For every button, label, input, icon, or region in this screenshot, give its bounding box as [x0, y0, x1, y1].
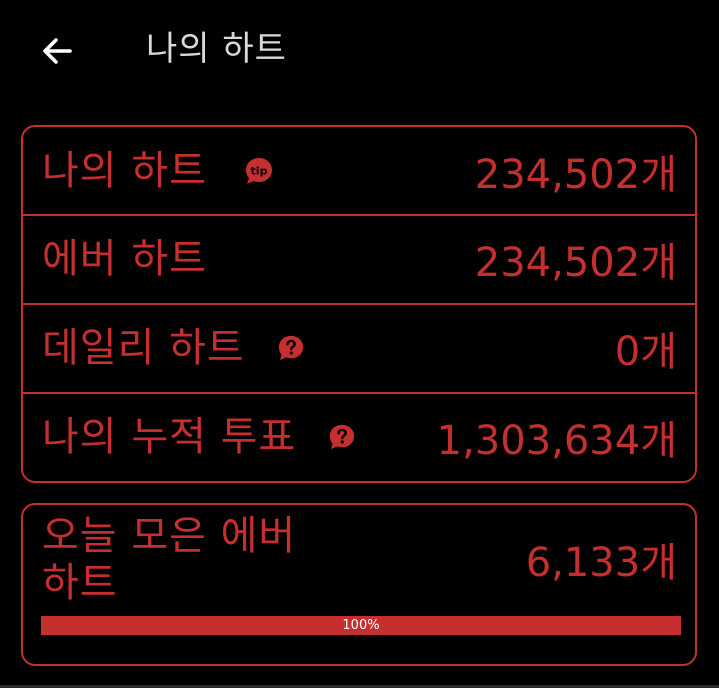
- stat-value: 234,502개: [474, 152, 677, 198]
- today-label: 오늘 모은 에버 하트: [42, 513, 297, 606]
- stat-value: 234,502개: [474, 240, 677, 286]
- stat-label: 나의 하트: [42, 148, 207, 194]
- stat-label: 나의 누적 투표: [42, 414, 297, 460]
- tip-button[interactable]: tip: [243, 155, 275, 187]
- tip-bubble-icon: tip: [245, 158, 272, 184]
- progress-text: 100%: [342, 618, 380, 633]
- total-votes-help-button[interactable]: [326, 421, 358, 453]
- tip-icon-text: tip: [250, 165, 267, 178]
- question-bubble-icon: [278, 335, 303, 361]
- stat-row-ever-hearts: 에버 하트 234,502개: [23, 214, 695, 302]
- page-title: 나의 하트: [146, 29, 287, 69]
- stat-label: 데일리 하트: [42, 325, 245, 371]
- stat-value: 0개: [614, 329, 677, 375]
- daily-hearts-help-button[interactable]: [275, 332, 307, 364]
- app-bar: 나의 하트: [0, 0, 719, 100]
- arrow-left-icon: [43, 38, 72, 64]
- today-ever-hearts-card: 오늘 모은 에버 하트 6,133개 100%: [21, 503, 697, 666]
- stat-row-total-votes: 나의 누적 투표 1,303,634개: [23, 392, 695, 480]
- question-bubble-icon: [330, 424, 355, 450]
- stat-value: 1,303,634개: [436, 418, 677, 464]
- heart-stats-card: 나의 하트 tip 234,502개 에버 하트 234,502개 데일리 하트: [21, 125, 697, 483]
- back-button[interactable]: [34, 28, 80, 74]
- stat-row-daily-hearts: 데일리 하트 0개: [23, 303, 695, 391]
- progress-bar: 100%: [41, 616, 681, 635]
- today-value: 6,133개: [525, 540, 677, 586]
- stat-row-my-hearts: 나의 하트 tip 234,502개: [23, 127, 695, 215]
- stat-label: 에버 하트: [42, 236, 207, 282]
